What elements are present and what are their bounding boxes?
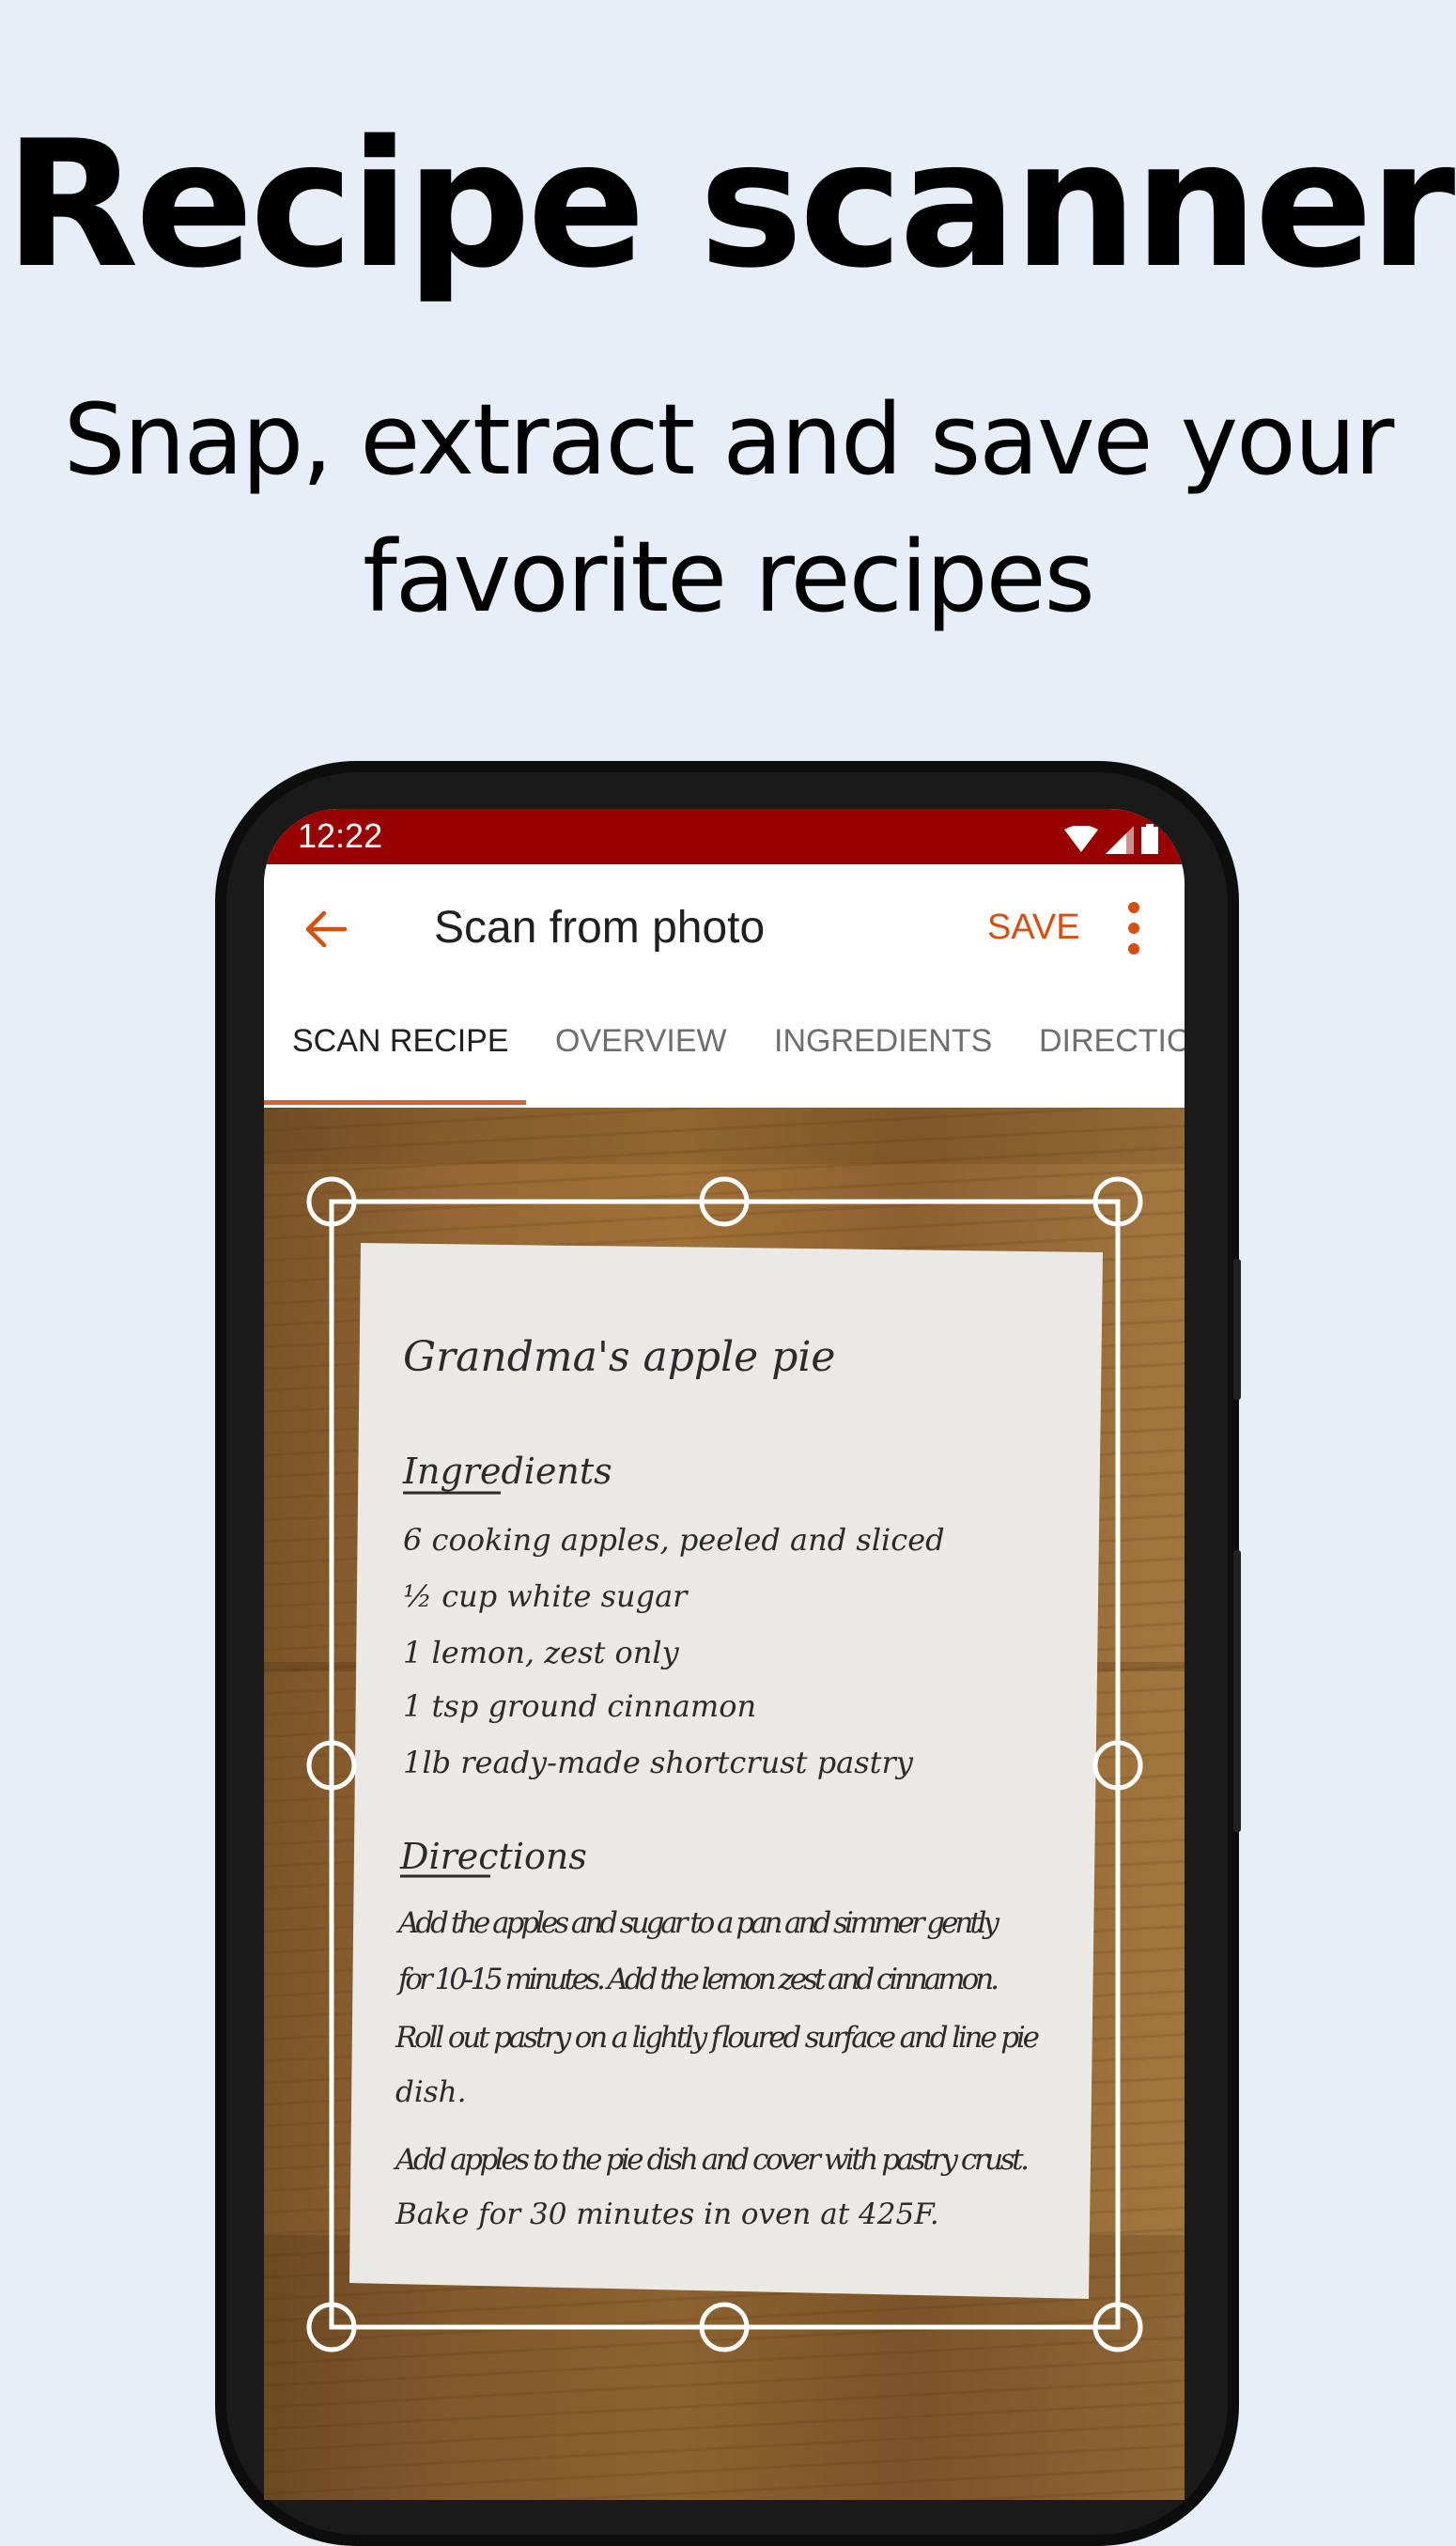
hero-subtitle: Snap, extract and save your favorite rec…	[0, 371, 1456, 645]
phone-screen: 12:22 Scan from photo SAVE SCAN RECIPE O…	[264, 809, 1185, 2500]
more-vertical-icon[interactable]	[1126, 902, 1141, 955]
app-bar: Scan from photo SAVE	[264, 864, 1185, 997]
tab-bar: SCAN RECIPE OVERVIEW INGREDIENTS DIRECTI…	[264, 997, 1185, 1105]
phone-side-button	[1233, 1259, 1241, 1400]
status-time: 12:22	[298, 816, 383, 855]
crop-handles	[306, 1176, 1143, 2352]
save-button[interactable]: SAVE	[987, 908, 1080, 948]
wifi-icon	[1064, 826, 1098, 852]
hero-subtitle-line-1: Snap, extract and save your	[63, 382, 1395, 497]
hero-subtitle-line-2: favorite recipes	[363, 520, 1095, 634]
tab-directions[interactable]: DIRECTIONS	[1039, 1023, 1185, 1060]
tab-scan-recipe[interactable]: SCAN RECIPE	[292, 1023, 509, 1060]
battery-icon	[1141, 824, 1158, 854]
phone-volume-button	[1233, 1550, 1241, 1832]
crop-frame	[306, 1176, 1143, 2352]
crop-rectangle	[329, 1199, 1121, 2330]
status-icons	[1064, 820, 1158, 854]
tab-overview[interactable]: OVERVIEW	[555, 1023, 727, 1060]
app-bar-title: Scan from photo	[434, 903, 766, 953]
signal-icon	[1106, 826, 1134, 854]
arrow-left-icon[interactable]	[303, 906, 350, 953]
status-bar: 12:22	[264, 809, 1185, 864]
tab-indicator	[264, 1100, 526, 1105]
scan-photo: Grandma's apple pie Ingredients 6 cookin…	[264, 1108, 1185, 2500]
tab-ingredients[interactable]: INGREDIENTS	[774, 1023, 992, 1060]
hero-title: Recipe scanner	[4, 102, 1456, 306]
